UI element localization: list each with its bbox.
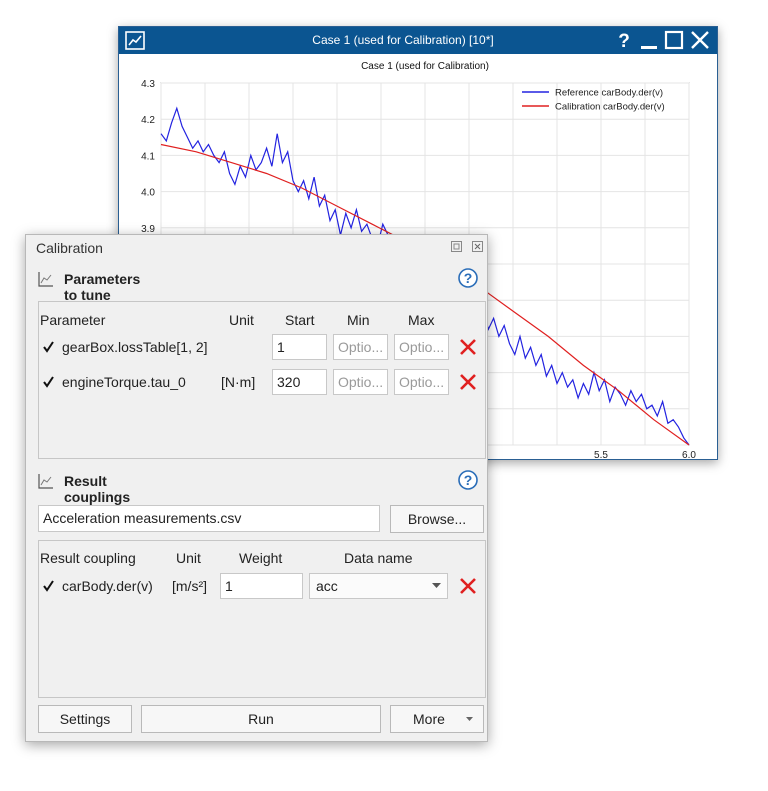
param-checkbox[interactable] <box>42 375 55 388</box>
weight-field[interactable]: 1 <box>220 573 303 599</box>
param-start-field[interactable]: 320 <box>272 369 327 395</box>
chart-title: Case 1 (used for Calibration) <box>361 61 489 72</box>
delete-param-icon[interactable] <box>459 373 477 391</box>
panel-title: Calibration <box>36 240 103 256</box>
param-max-field[interactable]: Optio... <box>394 334 449 360</box>
legend-label: Reference carBody.der(v) <box>555 88 663 99</box>
param-max-field[interactable]: Optio... <box>394 369 449 395</box>
panel-close-icon[interactable] <box>472 241 483 252</box>
more-label: More <box>413 711 445 727</box>
couplings-help-icon[interactable]: ? <box>458 470 478 490</box>
param-start-field[interactable]: 1 <box>272 334 327 360</box>
y-tick-label: 4.3 <box>141 79 155 90</box>
close-icon[interactable] <box>689 29 711 51</box>
couplings-section-title: Result couplings <box>64 473 131 505</box>
param-unit: [N·m] <box>221 374 256 390</box>
browse-button[interactable]: Browse... <box>390 505 484 533</box>
parameters-help-icon[interactable]: ? <box>458 268 478 288</box>
y-tick-label: 4.0 <box>141 188 155 199</box>
param-min-field[interactable]: Optio... <box>333 369 388 395</box>
coupling-checkbox[interactable] <box>42 579 55 592</box>
coupling-unit: [m/s²] <box>172 578 207 594</box>
plot-window-titlebar[interactable]: Case 1 (used for Calibration) [10*] ? <box>119 27 717 54</box>
delete-coupling-icon[interactable] <box>459 577 477 595</box>
plot-app-icon <box>125 31 145 50</box>
plot-couplings-icon <box>38 474 53 489</box>
legend-label: Calibration carBody.der(v) <box>555 102 665 113</box>
col-result-coupling: Result coupling <box>40 550 136 566</box>
col-weight: Weight <box>239 550 283 566</box>
parameters-section-title: Parameters to tune <box>64 271 141 303</box>
plot-tune-icon <box>38 272 53 287</box>
more-button[interactable]: More <box>390 705 484 733</box>
minimize-icon[interactable] <box>638 29 660 51</box>
x-tick-label: 6.0 <box>682 450 696 459</box>
param-checkbox[interactable] <box>42 340 55 353</box>
float-icon[interactable] <box>451 241 462 252</box>
svg-text:?: ? <box>464 270 473 286</box>
param-name: engineTorque.tau_0 <box>62 374 186 390</box>
measurement-file-field[interactable]: Acceleration measurements.csv <box>38 505 380 532</box>
help-icon[interactable]: ? <box>613 29 635 51</box>
maximize-icon[interactable] <box>663 29 685 51</box>
chevron-down-icon <box>432 583 441 588</box>
y-tick-label: 4.1 <box>141 151 155 162</box>
col-max: Max <box>408 312 435 328</box>
col-parameter: Parameter <box>40 312 106 328</box>
col-coupling-unit: Unit <box>176 550 201 566</box>
col-min: Min <box>347 312 370 328</box>
svg-text:?: ? <box>618 31 630 51</box>
run-button[interactable]: Run <box>141 705 381 733</box>
param-name: gearBox.lossTable[1, 2] <box>62 339 208 355</box>
col-unit: Unit <box>229 312 254 328</box>
x-tick-label: 5.5 <box>594 450 608 459</box>
couplings-table: Result coupling Unit Weight Data name ca… <box>38 540 486 698</box>
calibration-panel: Calibration Parameters to tune ? Paramet… <box>25 234 488 742</box>
col-start: Start <box>285 312 315 328</box>
data-name-select[interactable]: acc <box>309 573 448 599</box>
parameters-table: Parameter Unit Start Min Max gearBox.los… <box>38 301 486 459</box>
param-min-field[interactable]: Optio... <box>333 334 388 360</box>
settings-button[interactable]: Settings <box>38 705 132 733</box>
chevron-down-icon <box>466 717 473 721</box>
svg-text:?: ? <box>464 472 473 488</box>
coupling-name: carBody.der(v) <box>62 578 153 594</box>
col-data-name: Data name <box>344 550 413 566</box>
data-name-value: acc <box>316 578 338 594</box>
delete-param-icon[interactable] <box>459 338 477 356</box>
plot-window-title: Case 1 (used for Calibration) [10*] <box>312 33 494 47</box>
y-tick-label: 4.2 <box>141 115 155 126</box>
